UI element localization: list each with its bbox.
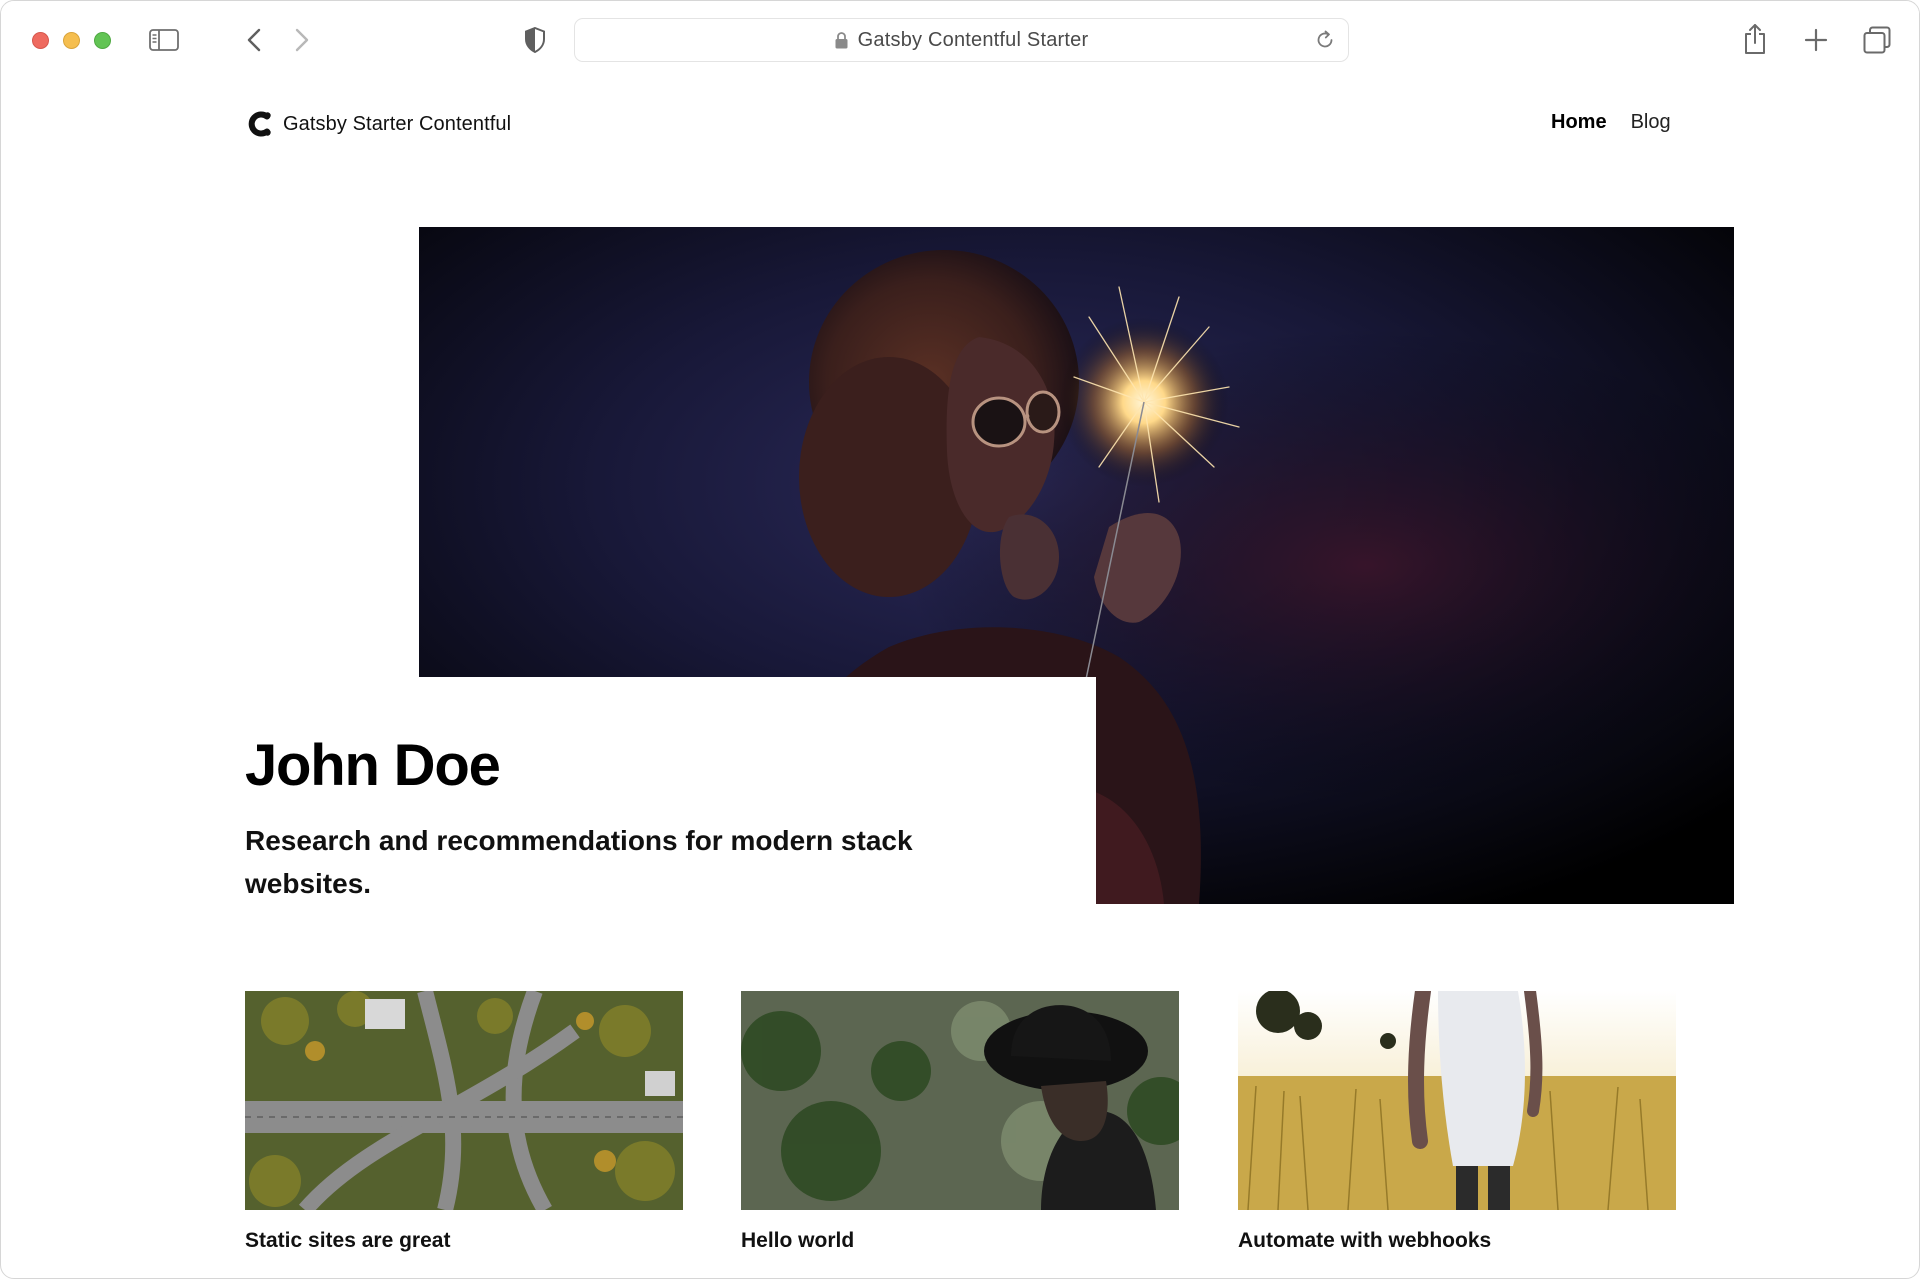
post-card[interactable]: Static sites are great bbox=[245, 991, 683, 1253]
post-card[interactable]: Hello world bbox=[741, 991, 1179, 1253]
post-image-highway[interactable] bbox=[245, 991, 683, 1210]
post-image-hat[interactable] bbox=[741, 991, 1179, 1210]
main-nav: Home Blog bbox=[1551, 111, 1671, 134]
address-text: Gatsby Contentful Starter bbox=[857, 28, 1089, 51]
post-title[interactable]: Hello world bbox=[741, 1229, 1179, 1253]
contentful-logo-icon bbox=[245, 109, 273, 139]
browser-toolbar: Gatsby Contentful Starter bbox=[1, 1, 1919, 79]
minimize-window-button[interactable] bbox=[63, 32, 80, 49]
nav-link-blog[interactable]: Blog bbox=[1631, 111, 1671, 134]
zoom-window-button[interactable] bbox=[94, 32, 111, 49]
tabs-icon[interactable] bbox=[1861, 25, 1893, 55]
post-card[interactable]: Automate with webhooks bbox=[1238, 991, 1676, 1253]
post-title[interactable]: Automate with webhooks bbox=[1238, 1229, 1676, 1253]
share-icon[interactable] bbox=[1740, 21, 1770, 57]
hero-title: John Doe bbox=[245, 733, 501, 798]
address-bar[interactable]: Gatsby Contentful Starter bbox=[574, 18, 1349, 62]
chevron-left-icon[interactable] bbox=[241, 25, 267, 55]
sidebar-icon[interactable] bbox=[147, 25, 181, 55]
lock-icon bbox=[835, 31, 849, 49]
close-window-button[interactable] bbox=[32, 32, 49, 49]
post-image-field[interactable] bbox=[1238, 991, 1676, 1210]
post-list: Static sites are great Hello world Autom… bbox=[245, 991, 1676, 1261]
plus-icon[interactable] bbox=[1801, 25, 1831, 55]
shield-icon[interactable] bbox=[521, 25, 549, 55]
brand-link[interactable]: Gatsby Starter Contentful bbox=[245, 109, 511, 139]
browser-window: Gatsby Contentful Starter Gatsby Starter… bbox=[0, 0, 1920, 1279]
post-title[interactable]: Static sites are great bbox=[245, 1229, 683, 1253]
chevron-right-icon[interactable] bbox=[289, 25, 315, 55]
hero-card: John Doe Research and recommendations fo… bbox=[241, 677, 1096, 917]
reload-icon[interactable] bbox=[1315, 30, 1335, 50]
site-header: Gatsby Starter Contentful Home Blog bbox=[1, 79, 1919, 169]
hero-subtitle: Research and recommendations for modern … bbox=[245, 825, 913, 899]
brand-name: Gatsby Starter Contentful bbox=[283, 112, 512, 135]
nav-link-home[interactable]: Home bbox=[1551, 111, 1607, 134]
